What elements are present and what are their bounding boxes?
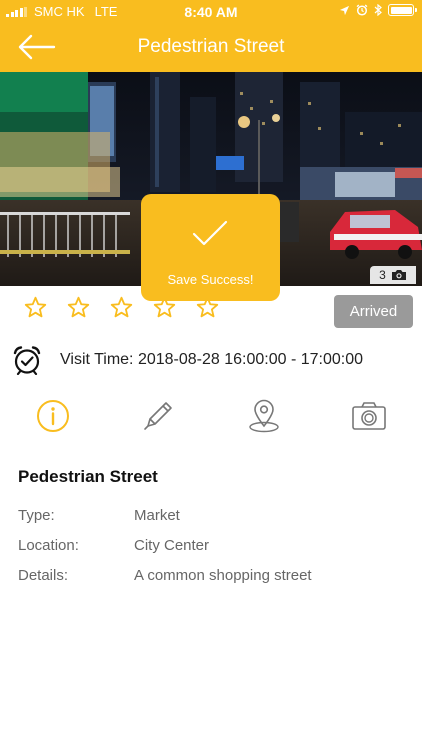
alarm-status-icon [356, 4, 368, 16]
place-name: Pedestrian Street [18, 467, 158, 486]
detail-value: A common shopping street [134, 567, 312, 584]
detail-label: Location: [18, 537, 79, 554]
map-pin-icon [249, 399, 279, 433]
detail-tabs [0, 396, 422, 436]
toast-message: Save Success! [167, 272, 254, 287]
nav-bar: Pedestrian Street [0, 24, 422, 72]
photo-count-badge[interactable]: 3 [370, 266, 416, 284]
detail-label: Details: [18, 567, 69, 584]
status-right [339, 4, 417, 16]
detail-label: Type: [18, 507, 55, 524]
save-success-toast: Save Success! [141, 194, 280, 301]
alarm-clock-icon [13, 346, 41, 375]
star-icon[interactable] [24, 296, 47, 319]
checkmark-icon [192, 220, 228, 246]
visit-time-text: Visit Time: 2018-08-28 16:00:00 - 17:00:… [60, 351, 364, 368]
arrived-button[interactable]: Arrived [334, 295, 413, 328]
info-icon [37, 400, 69, 432]
battery-icon [388, 4, 417, 16]
tab-photos[interactable] [349, 396, 389, 436]
pencil-icon [144, 402, 172, 430]
status-bar: SMC HK LTE 8:40 AM [0, 0, 422, 24]
tab-edit[interactable] [138, 396, 178, 436]
photo-count-label: 3 [379, 268, 386, 282]
camera-icon [352, 402, 386, 430]
star-icon[interactable] [67, 296, 90, 319]
visit-time-row: Visit Time: 2018-08-28 16:00:00 - 17:00:… [12, 344, 363, 376]
detail-value: City Center [134, 537, 210, 554]
star-icon[interactable] [110, 296, 133, 319]
tab-info[interactable] [33, 396, 73, 436]
page-title: Pedestrian Street [137, 36, 285, 57]
tab-location[interactable] [244, 396, 284, 436]
camera-icon [391, 270, 406, 280]
location-arrow-icon [339, 5, 350, 15]
detail-value: Market [134, 507, 180, 524]
app-header: SMC HK LTE 8:40 AM Pedestrian Street [0, 0, 422, 72]
bluetooth-icon [374, 4, 382, 16]
